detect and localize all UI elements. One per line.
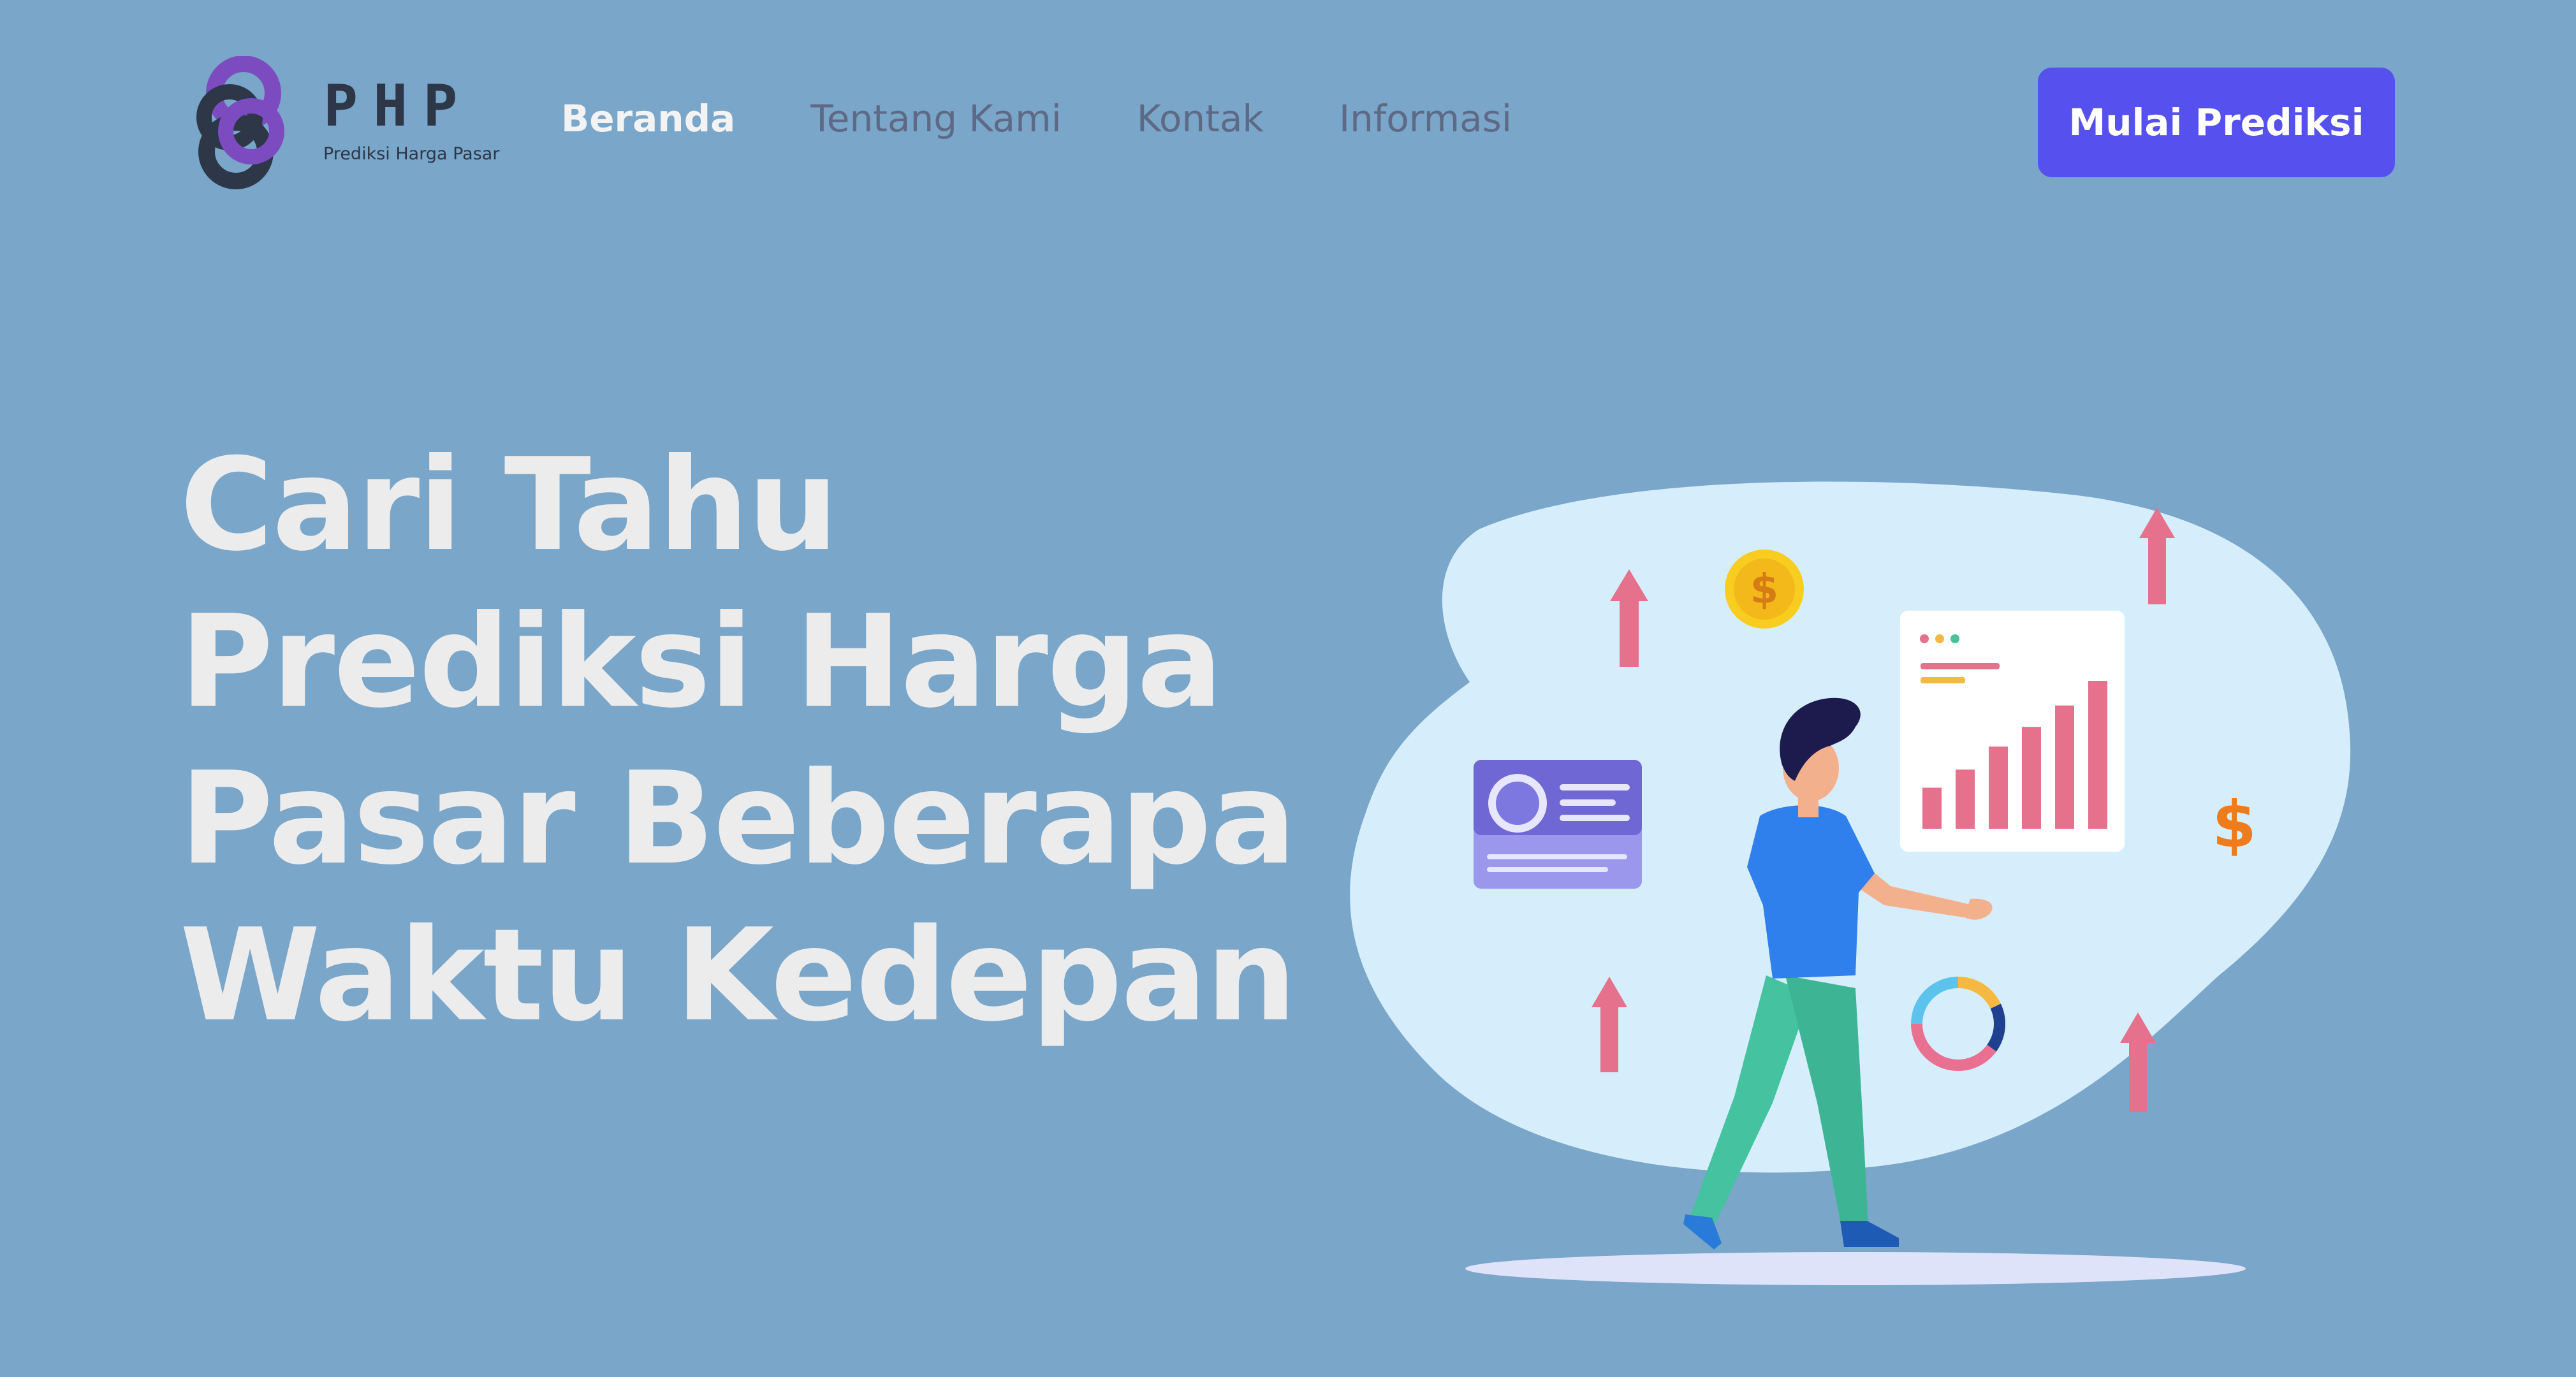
nav-item-tentang-kami[interactable]: Tentang Kami — [810, 97, 1061, 140]
brand-title: PHP — [323, 72, 473, 140]
infinity-logo-icon — [196, 56, 284, 189]
chart-bar — [1989, 747, 2008, 829]
hero-line-2: Prediksi Harga — [180, 588, 1223, 736]
main-nav: Beranda Tentang Kami Kontak Informasi — [561, 97, 1512, 140]
shoe-icon — [1840, 1221, 1899, 1247]
start-prediction-button[interactable]: Mulai Prediksi — [2038, 68, 2395, 177]
chart-bar — [1956, 769, 1975, 829]
id-card-icon — [1474, 760, 1642, 889]
nav-item-kontak[interactable]: Kontak — [1137, 97, 1264, 140]
chart-bar — [2088, 681, 2107, 829]
dollar-sign-icon: $ — [2212, 787, 2257, 862]
bar-chart-card — [1900, 611, 2125, 852]
ground-shadow — [1465, 1252, 2246, 1285]
hero-headline: Cari Tahu Prediksi Harga Pasar Beberapa … — [180, 427, 1296, 1054]
nav-item-beranda[interactable]: Beranda — [561, 97, 735, 140]
chart-bar — [2022, 727, 2041, 829]
market-analysis-illustration: $ $ — [1350, 481, 2351, 1285]
brand-logo[interactable]: PHP Prediksi Harga Pasar — [185, 56, 499, 190]
chart-bar — [2055, 705, 2074, 829]
hero-line-1: Cari Tahu — [180, 431, 838, 579]
hero-line-3: Pasar Beberapa — [180, 745, 1296, 893]
coin-icon: $ — [1725, 550, 1804, 629]
nav-item-informasi[interactable]: Informasi — [1339, 97, 1512, 140]
chart-bar — [1922, 787, 1942, 829]
brand-subtitle: Prediksi Harga Pasar — [323, 143, 500, 164]
coin-symbol: $ — [1750, 566, 1779, 613]
hero-line-4: Waktu Kedepan — [180, 901, 1296, 1050]
